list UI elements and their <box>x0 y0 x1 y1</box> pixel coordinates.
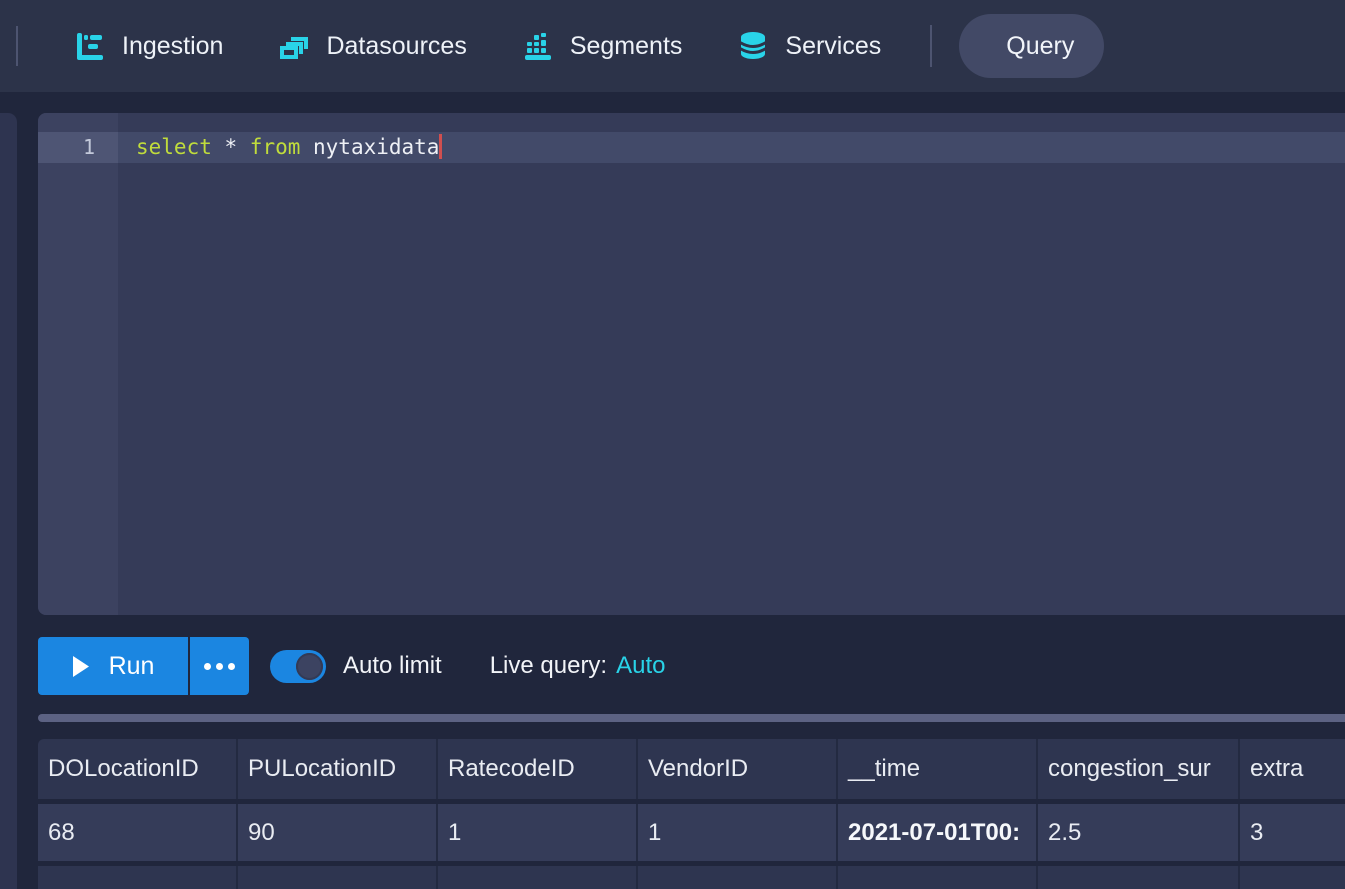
table-cell[interactable] <box>38 866 238 889</box>
table-cell[interactable] <box>638 866 838 889</box>
nav-item-label: Services <box>785 32 881 61</box>
run-button[interactable]: Run <box>38 637 188 695</box>
sql-identifier: nytaxidata <box>300 135 439 159</box>
table-cell[interactable] <box>1038 866 1240 889</box>
nav-item-label: Query <box>1006 32 1074 61</box>
table-cell-time[interactable]: 2021-07-01T00: <box>838 804 1038 861</box>
table-cell[interactable]: 3 <box>1240 804 1345 861</box>
nav-item-query[interactable]: Query <box>959 14 1104 78</box>
gantt-chart-icon <box>75 31 105 61</box>
editor-gutter <box>38 113 118 615</box>
stacked-windows-icon <box>279 31 309 61</box>
table-row: 68 90 1 1 2021-07-01T00: 2.5 3 <box>38 804 1345 861</box>
table-cell[interactable]: 1 <box>638 804 838 861</box>
column-header[interactable]: VendorID <box>638 739 838 799</box>
table-header-row: DOLocationID PULocationID RatecodeID Ven… <box>38 739 1345 799</box>
run-button-label: Run <box>109 652 155 681</box>
live-query-value[interactable]: Auto <box>616 652 665 680</box>
run-more-options-button[interactable] <box>190 637 249 695</box>
table-cell[interactable] <box>838 866 1038 889</box>
sql-editor[interactable]: 1 select * from nytaxidata <box>38 113 1345 615</box>
text-cursor <box>439 134 442 159</box>
line-number: 1 <box>38 132 118 163</box>
auto-limit-label: Auto limit <box>343 652 442 680</box>
nav-items: Ingestion Datasources <box>75 31 881 61</box>
column-header[interactable]: RatecodeID <box>438 739 638 799</box>
collapsed-side-panel-edge[interactable] <box>0 113 17 889</box>
auto-limit-toggle[interactable] <box>270 650 326 683</box>
top-nav: Ingestion Datasources <box>0 0 1345 92</box>
column-header[interactable]: DOLocationID <box>38 739 238 799</box>
sql-star: * <box>212 135 250 159</box>
nav-item-ingestion[interactable]: Ingestion <box>75 31 223 61</box>
sql-keyword: from <box>250 135 301 159</box>
results-table: DOLocationID PULocationID RatecodeID Ven… <box>38 739 1345 889</box>
table-cell[interactable]: 68 <box>38 804 238 861</box>
nav-item-services[interactable]: Services <box>738 31 881 61</box>
live-query-control: Live query: Auto <box>490 652 666 680</box>
sql-code-line[interactable]: select * from nytaxidata <box>136 132 442 163</box>
query-toolbar: Run Auto limit Live query: Auto <box>38 637 665 695</box>
play-icon <box>72 656 89 677</box>
table-row <box>38 866 1345 889</box>
table-cell[interactable]: 2.5 <box>1038 804 1240 861</box>
nav-item-label: Ingestion <box>122 32 223 61</box>
database-icon <box>738 31 768 61</box>
nav-left-divider <box>16 26 18 66</box>
sql-keyword: select <box>136 135 212 159</box>
nav-item-label: Datasources <box>326 32 466 61</box>
table-cell[interactable]: 1 <box>438 804 638 861</box>
more-options-icon <box>204 663 211 670</box>
table-cell[interactable] <box>438 866 638 889</box>
nav-item-label: Segments <box>570 32 683 61</box>
nav-item-segments[interactable]: Segments <box>523 31 683 61</box>
table-cell[interactable]: 90 <box>238 804 438 861</box>
table-cell[interactable] <box>1240 866 1345 889</box>
table-cell[interactable] <box>238 866 438 889</box>
horizontal-scrollbar[interactable] <box>38 714 1345 722</box>
live-query-label: Live query: <box>490 652 607 680</box>
nav-query-divider <box>930 25 932 67</box>
toggle-knob <box>296 653 323 680</box>
bar-chart-dots-icon <box>523 31 553 61</box>
column-header[interactable]: PULocationID <box>238 739 438 799</box>
column-header[interactable]: extra <box>1240 739 1345 799</box>
column-header[interactable]: congestion_sur <box>1038 739 1240 799</box>
column-header[interactable]: __time <box>838 739 1038 799</box>
nav-item-datasources[interactable]: Datasources <box>279 31 466 61</box>
